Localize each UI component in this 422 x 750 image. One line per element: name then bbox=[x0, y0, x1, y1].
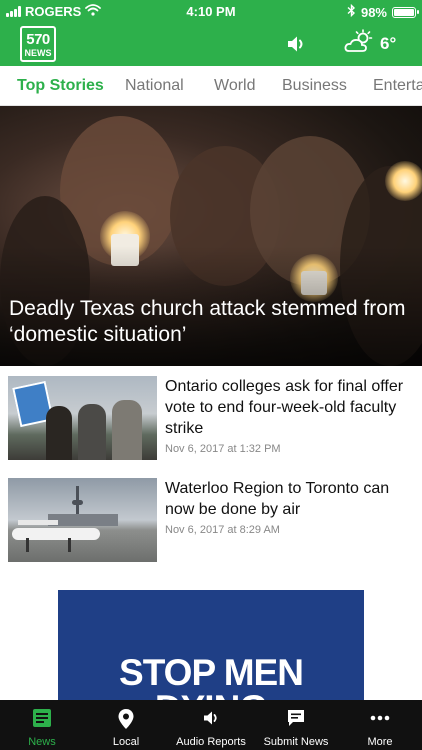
ad-banner[interactable]: STOP MEN DYING bbox=[58, 590, 364, 702]
news-icon bbox=[33, 709, 51, 727]
nav-audio-reports[interactable]: Audio Reports bbox=[168, 700, 254, 750]
tab-entertainment[interactable]: Entertainment bbox=[373, 66, 422, 105]
story-date: Nov 6, 2017 at 8:29 AM bbox=[165, 524, 280, 536]
list-item[interactable]: Ontario colleges ask for final offer vot… bbox=[0, 376, 422, 466]
bottom-nav: News Local Audio Reports Submit News Mor… bbox=[0, 700, 422, 750]
speaker-icon bbox=[204, 711, 217, 725]
logo-word: NEWS bbox=[24, 48, 52, 58]
nav-submit-news[interactable]: Submit News bbox=[254, 700, 338, 750]
story-headline[interactable]: Waterloo Region to Toronto can now be do… bbox=[165, 478, 415, 520]
story-thumbnail bbox=[8, 478, 157, 562]
category-tabs: Top Stories National World Business Ente… bbox=[0, 66, 422, 106]
bluetooth-icon bbox=[347, 3, 356, 20]
nav-label: News bbox=[28, 736, 56, 748]
logo-number: 570 bbox=[26, 31, 50, 48]
weather-widget[interactable]: 6° bbox=[344, 28, 397, 60]
story-headline[interactable]: Ontario colleges ask for final offer vot… bbox=[165, 376, 415, 439]
status-right: 98% bbox=[347, 3, 419, 20]
chat-bubble-icon bbox=[288, 710, 304, 726]
app-logo[interactable]: 570 NEWS bbox=[20, 26, 56, 62]
tab-national[interactable]: National bbox=[125, 66, 184, 105]
location-pin-icon bbox=[118, 709, 134, 729]
list-item[interactable]: Waterloo Region to Toronto can now be do… bbox=[0, 478, 422, 568]
nav-label: More bbox=[367, 736, 393, 748]
weather-partly-sunny-icon bbox=[344, 28, 374, 60]
hero-headline[interactable]: Deadly Texas church attack stemmed from … bbox=[9, 296, 410, 348]
nav-label: Local bbox=[112, 736, 140, 748]
tab-world[interactable]: World bbox=[214, 66, 256, 105]
nav-news[interactable]: News bbox=[0, 700, 84, 750]
nav-label: Submit News bbox=[263, 736, 329, 748]
nav-more[interactable]: More bbox=[338, 700, 422, 750]
speaker-icon[interactable] bbox=[284, 32, 308, 56]
battery-level bbox=[394, 8, 414, 16]
story-thumbnail bbox=[8, 376, 157, 460]
tab-business[interactable]: Business bbox=[282, 66, 347, 105]
story-date: Nov 6, 2017 at 1:32 PM bbox=[165, 443, 281, 455]
battery-percent: 98% bbox=[360, 4, 387, 20]
hero-story[interactable]: Deadly Texas church attack stemmed from … bbox=[0, 106, 422, 366]
more-dots-icon bbox=[370, 715, 390, 721]
nav-label: Audio Reports bbox=[176, 736, 246, 748]
battery-icon bbox=[392, 6, 419, 18]
app-header: 570 NEWS 6° bbox=[0, 22, 422, 66]
tab-top-stories[interactable]: Top Stories bbox=[17, 66, 104, 105]
status-bar: ROGERS 4:10 PM 98% bbox=[0, 0, 422, 22]
temperature: 6° bbox=[380, 34, 397, 53]
nav-local[interactable]: Local bbox=[84, 700, 168, 750]
